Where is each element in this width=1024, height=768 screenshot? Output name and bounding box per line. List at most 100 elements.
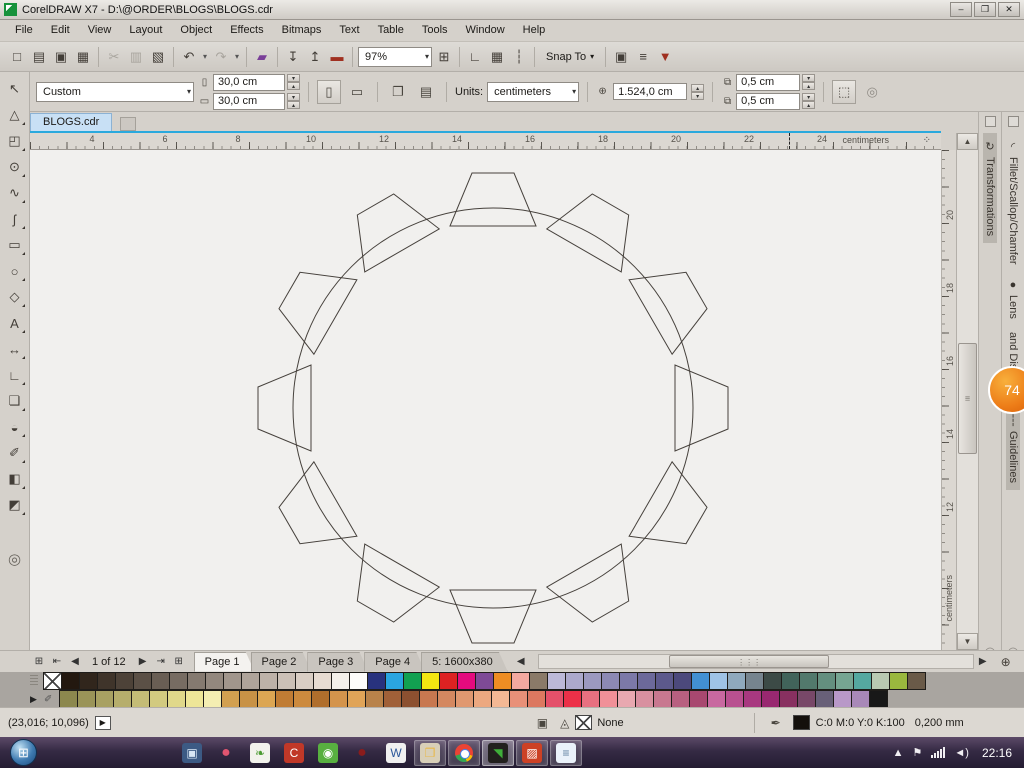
landscape-button[interactable]: ▭ <box>345 80 369 104</box>
palette-drag-grip[interactable] <box>30 675 38 687</box>
color-swatch[interactable] <box>149 690 168 707</box>
color-swatch[interactable] <box>907 672 926 690</box>
docker-window-button[interactable] <box>984 116 996 127</box>
cut-icon[interactable]: ✂ <box>103 46 125 68</box>
color-swatch[interactable] <box>439 672 458 690</box>
color-swatch[interactable] <box>383 690 402 707</box>
redo-drop-icon[interactable]: ▾ <box>232 46 242 68</box>
taskbar-app-wifi[interactable]: ◉ <box>312 740 344 766</box>
color-swatch[interactable] <box>547 672 566 690</box>
menu-window[interactable]: Window <box>457 21 514 40</box>
color-swatch[interactable] <box>761 690 780 707</box>
color-swatch[interactable] <box>565 672 584 690</box>
page-tab-page-1[interactable]: Page 1 <box>194 652 255 672</box>
export-icon[interactable]: ↥ <box>304 46 326 68</box>
horizontal-scroll-thumb[interactable]: ⋮⋮⋮ <box>668 655 830 668</box>
color-swatch[interactable] <box>707 690 726 707</box>
trapezoid-shape[interactable] <box>268 253 358 356</box>
trapezoid-shape[interactable] <box>674 364 729 452</box>
color-swatch[interactable] <box>331 672 350 690</box>
page-tab-page-4[interactable]: Page 4 <box>364 652 425 672</box>
color-swatch[interactable] <box>601 672 620 690</box>
color-swatch[interactable] <box>851 690 870 707</box>
color-eyedropper-tool[interactable]: ✐ <box>3 440 27 466</box>
page-tab-page-3[interactable]: Page 3 <box>307 652 368 672</box>
shape-tool[interactable]: △ <box>3 102 27 128</box>
menu-object[interactable]: Object <box>171 21 221 40</box>
pick-tool[interactable]: ↖ <box>3 76 27 102</box>
color-swatch[interactable] <box>833 690 852 707</box>
page-preset-combo[interactable]: Custom ▾ <box>36 81 194 102</box>
start-button[interactable]: ⊞ <box>10 739 37 766</box>
menu-layout[interactable]: Layout <box>120 21 171 40</box>
units-combo[interactable]: centimeters ▾ <box>487 81 580 102</box>
color-swatch[interactable] <box>817 672 836 690</box>
color-swatch[interactable] <box>781 672 800 690</box>
coordinates-flyout-button[interactable]: ▶ <box>94 715 111 730</box>
close-button[interactable]: ✕ <box>998 2 1020 17</box>
color-swatch[interactable] <box>835 672 854 690</box>
color-swatch[interactable] <box>779 690 798 707</box>
menu-edit[interactable]: Edit <box>42 21 79 40</box>
taskbar-app-red-badge[interactable]: ● <box>210 740 242 766</box>
color-swatch[interactable] <box>223 672 242 690</box>
trapezoid-shape[interactable] <box>449 172 537 227</box>
color-swatch[interactable] <box>709 672 728 690</box>
duplicate-x-spinner[interactable]: ▾ ▴ <box>802 74 816 90</box>
taskbar-app-chrome[interactable] <box>448 739 480 766</box>
color-swatch[interactable] <box>509 690 528 707</box>
color-swatch[interactable] <box>581 690 600 707</box>
color-swatch[interactable] <box>275 690 294 707</box>
color-swatch[interactable] <box>311 690 330 707</box>
color-swatch[interactable] <box>133 672 152 690</box>
nudge-distance-field[interactable]: 1.524,0 cm <box>613 83 688 100</box>
trapezoid-shape[interactable] <box>449 589 537 644</box>
scroll-down-arrow[interactable]: ▼ <box>957 633 978 650</box>
taskbar-app-notepad[interactable]: ≡ <box>550 739 582 766</box>
page-tab-page-2[interactable]: Page 2 <box>251 652 312 672</box>
color-swatch[interactable] <box>619 672 638 690</box>
color-swatch[interactable] <box>437 690 456 707</box>
rectangle-tool[interactable]: ▭ <box>3 232 27 258</box>
color-swatch[interactable] <box>169 672 188 690</box>
vertical-scrollbar[interactable]: ▲ ▼ <box>956 133 978 650</box>
tray-overflow-icon[interactable]: ▲ <box>893 747 904 759</box>
ellipse-tool[interactable]: ○ <box>3 258 27 284</box>
color-swatch[interactable] <box>653 690 672 707</box>
interactive-fill-tool[interactable]: ◩ <box>3 492 27 518</box>
document-tab-active[interactable]: BLOGS.cdr <box>30 113 113 131</box>
snap-to-button[interactable]: Snap To ▾ <box>540 49 600 65</box>
page-tab-5-1600x380[interactable]: 5: 1600x380 <box>421 652 508 672</box>
color-swatch[interactable] <box>257 690 276 707</box>
color-swatch[interactable] <box>491 690 510 707</box>
taskbar-app-downloader[interactable]: ● <box>346 740 378 766</box>
color-swatch[interactable] <box>799 672 818 690</box>
color-swatch[interactable] <box>797 690 816 707</box>
color-swatch[interactable] <box>689 690 708 707</box>
vertical-scroll-track[interactable] <box>957 150 978 633</box>
add-page-icon[interactable]: ⊞ <box>170 653 188 671</box>
restore-button[interactable]: ❐ <box>974 2 996 17</box>
action-center-flag-icon[interactable]: ⚑ <box>913 746 923 759</box>
zoom-corner-icon[interactable]: ⊕ <box>996 653 1016 671</box>
menu-file[interactable]: File <box>6 21 42 40</box>
paste-icon[interactable]: ▧ <box>147 46 169 68</box>
publish-pdf-icon[interactable]: ▬ <box>326 46 348 68</box>
color-swatch[interactable] <box>421 672 440 690</box>
outline-options-button[interactable]: ◎ <box>860 80 884 104</box>
guide-circle[interactable] <box>292 207 694 609</box>
menu-effects[interactable]: Effects <box>221 21 272 40</box>
tab-scroll-right-button[interactable]: ▶ <box>974 653 992 671</box>
zoom-level-combo[interactable]: 97% ▾ <box>358 46 432 67</box>
color-swatch[interactable] <box>167 690 186 707</box>
docker-tab-guidelines[interactable]: ┆ Guidelines <box>1006 407 1020 491</box>
no-color-swatch[interactable] <box>43 672 62 690</box>
portrait-button[interactable]: ▯ <box>317 79 341 104</box>
transparency-tool[interactable]: ◒ <box>3 414 27 440</box>
crop-tool[interactable]: ◰ <box>3 128 27 154</box>
new-icon[interactable]: □ <box>6 46 28 68</box>
copy-icon[interactable]: ▥ <box>125 46 147 68</box>
color-swatch[interactable] <box>869 690 888 707</box>
color-swatch[interactable] <box>277 672 296 690</box>
scroll-up-arrow[interactable]: ▲ <box>957 133 978 150</box>
